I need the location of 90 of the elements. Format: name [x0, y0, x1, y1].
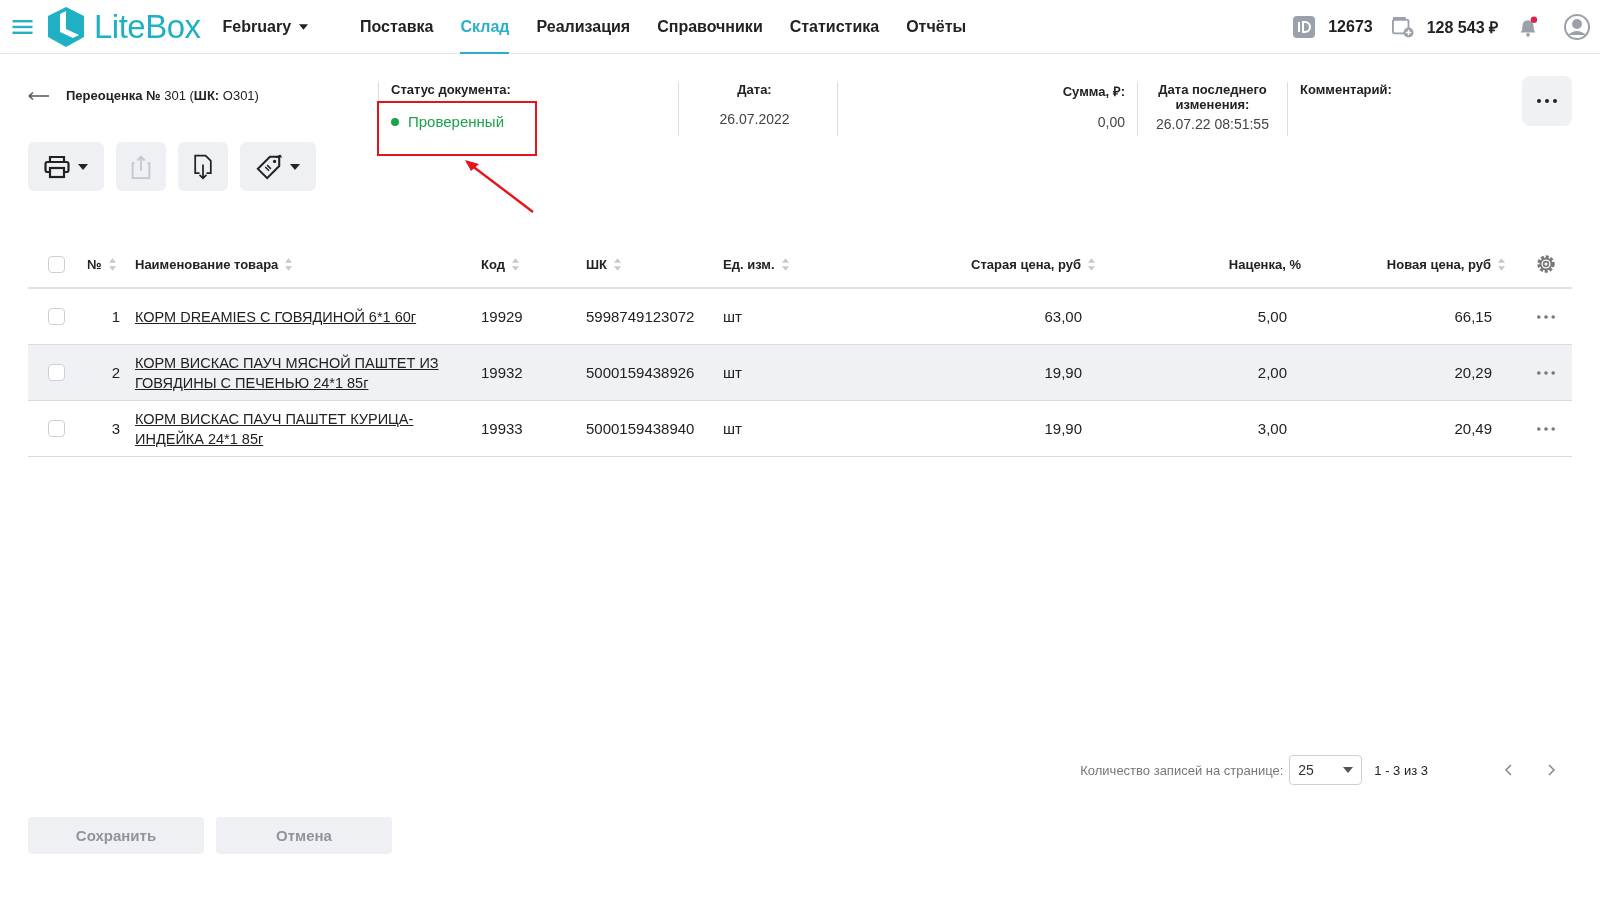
old-price: 19,90 [1044, 420, 1082, 437]
column-header[interactable]: Старая цена, руб [971, 256, 1096, 272]
barcode-text: 5000159438940 [586, 420, 695, 437]
sort-icon [780, 256, 790, 272]
old-price: 19,90 [1044, 364, 1082, 381]
sort-icon [284, 256, 294, 272]
markup-value: 5,00 [1257, 308, 1287, 325]
product-code: 19929 [481, 308, 523, 325]
product-code: 19932 [481, 364, 523, 381]
product-link[interactable]: КОРМ ВИСКАС ПАУЧ МЯСНОЙ ПАШТЕТ ИЗ ГОВЯДИНЫ С ПЕЧЕНЬЮ 24*1 85г [135, 352, 475, 393]
product-link[interactable]: КОРМ DREAMIES С ГОВЯДИНОЙ 6*1 60г [135, 306, 417, 327]
download-button[interactable] [178, 142, 228, 191]
markup-value: 3,00 [1257, 420, 1287, 437]
row-number: 1 [111, 308, 120, 325]
column-header[interactable]: № [87, 256, 117, 272]
row-checkbox[interactable] [47, 420, 65, 437]
date-label: Дата: [737, 82, 772, 97]
sort-icon [107, 256, 117, 272]
caret-icon [299, 23, 309, 30]
sort-icon [510, 256, 520, 272]
nav-tab[interactable]: Реализация [536, 0, 631, 54]
more-icon [1537, 99, 1557, 103]
table-row[interactable]: 2 КОРМ ВИСКАС ПАУЧ МЯСНОЙ ПАШТЕТ ИЗ ГОВЯДИНЫ С ПЕЧЕНЬЮ 24*1 85г 19932 5000159438926 шт 19,90 2,00 20,29 [28, 345, 1572, 401]
avatar-icon[interactable] [1564, 13, 1590, 40]
price-tag-icon [256, 153, 282, 180]
new-price: 66,15 [1454, 308, 1492, 325]
sort-icon [1087, 256, 1096, 272]
column-header[interactable]: Код [481, 256, 520, 272]
unit-text: шт [723, 364, 742, 381]
product-code: 19933 [481, 420, 523, 437]
column-header[interactable]: Наименование товара [135, 256, 294, 272]
changed-value: 26.07.22 08:51:55 [1156, 116, 1269, 132]
row-number: 2 [111, 364, 120, 381]
chevron-right-icon[interactable] [1548, 764, 1556, 776]
caret-icon [78, 163, 88, 170]
caret-icon [1343, 767, 1354, 773]
annotation-arrow [463, 158, 535, 214]
nav-tab[interactable]: Справочники [657, 0, 763, 54]
status-text: Проверенный [408, 113, 505, 130]
column-header[interactable]: Новая цена, руб [1386, 256, 1506, 272]
row-checkbox[interactable] [47, 364, 65, 381]
more-icon[interactable] [1537, 314, 1555, 319]
logo-icon [46, 5, 86, 48]
more-icon[interactable] [1537, 426, 1555, 431]
product-link[interactable]: КОРМ ВИСКАС ПАУЧ ПАШТЕТ КУРИЦА-ИНДЕЙКА 24*1 85г [135, 408, 475, 449]
balance-text: 128 543 ₽ [1426, 17, 1498, 38]
period-dropdown[interactable]: February [222, 17, 309, 36]
nav-tab[interactable]: Статистика [789, 0, 880, 54]
back-arrow-icon[interactable] [28, 90, 50, 101]
unit-text: шт [723, 308, 742, 325]
changed-label: Дата последнего изменения: [1157, 82, 1268, 112]
caret-icon [290, 163, 300, 170]
row-checkbox[interactable] [47, 308, 65, 325]
id-icon [1293, 15, 1316, 38]
chevron-left-icon[interactable] [1504, 764, 1512, 776]
table-row[interactable]: 3 КОРМ ВИСКАС ПАУЧ ПАШТЕТ КУРИЦА-ИНДЕЙКА 24*1 85г 19933 5000159438940 шт 19,90 3,00 20,49 [28, 401, 1572, 457]
more-icon[interactable] [1537, 370, 1555, 375]
tag-button[interactable] [240, 142, 316, 191]
comment-label: Комментарий: [1300, 82, 1393, 97]
column-header[interactable]: Наценка, % [1228, 256, 1301, 272]
row-number: 3 [111, 420, 120, 437]
new-price: 20,29 [1454, 364, 1492, 381]
date-value: 26.07.2022 [719, 111, 790, 127]
wallet-add-icon[interactable] [1391, 15, 1414, 38]
new-price: 20,49 [1454, 420, 1492, 437]
nav-tab[interactable]: Отчёты [906, 0, 967, 54]
markup-value: 2,00 [1257, 364, 1287, 381]
status-dot [391, 117, 399, 126]
column-header[interactable]: ШК [586, 256, 622, 272]
barcode-text: 5998749123072 [586, 308, 695, 325]
print-button[interactable] [28, 142, 104, 191]
barcode-text: 5000159438926 [586, 364, 695, 381]
unit-text: шт [723, 420, 742, 437]
page-range: 1 - 3 из 3 [1374, 762, 1428, 778]
menu-icon[interactable] [12, 19, 33, 34]
select-all-checkbox[interactable] [47, 255, 65, 273]
user-id: 12673 [1328, 17, 1373, 36]
old-price: 63,00 [1044, 308, 1082, 325]
nav-tab[interactable]: Поставка [360, 0, 434, 54]
sum-value: 0,00 [1097, 114, 1125, 130]
settings-icon[interactable] [1535, 253, 1557, 275]
page-size-label: Количество записей на странице: [1080, 762, 1284, 778]
page-size-select[interactable]: 25 [1289, 755, 1363, 785]
column-header[interactable]: Ед. изм. [723, 256, 790, 272]
sort-icon [1497, 256, 1506, 272]
document-title: Переоценка № 301 (ШК: О301) [66, 88, 259, 103]
sort-icon [613, 256, 622, 272]
status-label: Статус документа: [391, 82, 512, 97]
printer-icon [44, 153, 70, 180]
sum-label: Сумма, ₽: [1062, 83, 1125, 100]
